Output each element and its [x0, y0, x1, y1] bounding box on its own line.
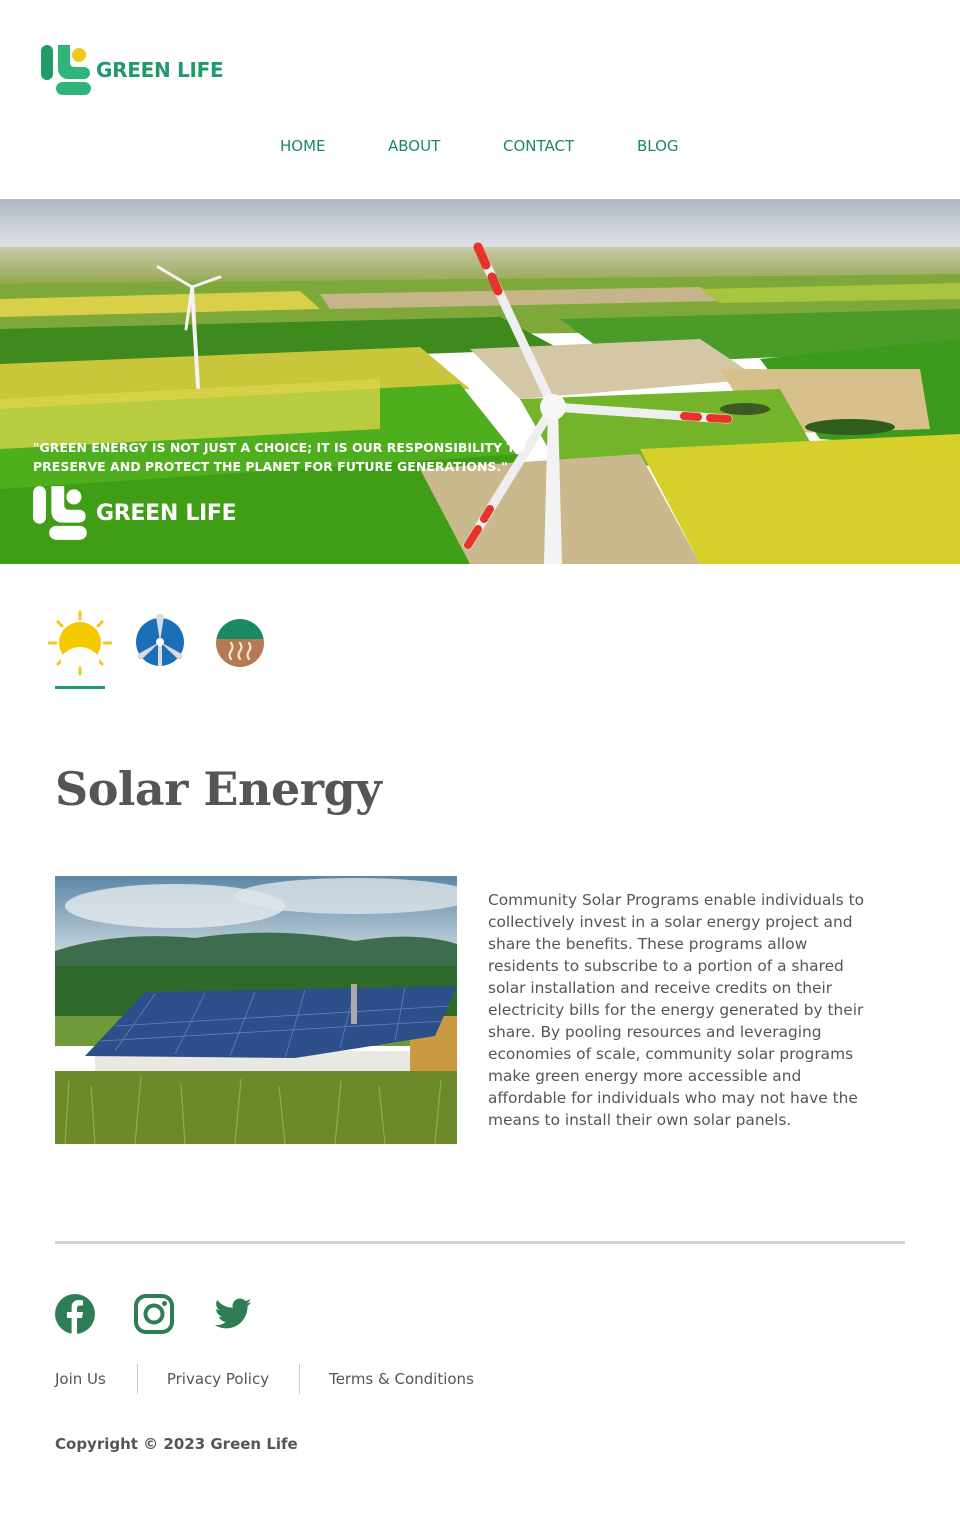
hero-logo-text: GREEN LIFE: [96, 500, 237, 526]
facebook-icon: [55, 1294, 95, 1334]
hero-quote-line1: "GREEN ENERGY IS NOT JUST A CHOICE; IT I…: [33, 440, 526, 455]
footer-link-join-us[interactable]: Join Us: [55, 1370, 106, 1388]
footer-link-terms[interactable]: Terms & Conditions: [329, 1370, 474, 1388]
footer-link-separator: [299, 1364, 301, 1394]
twitter-icon: [214, 1298, 252, 1329]
solar-panels-image: [55, 876, 457, 1144]
footer-links: Join Us Privacy Policy Terms & Condition…: [55, 1364, 474, 1394]
green-life-logo-icon: [41, 45, 91, 95]
tab-geothermal[interactable]: [216, 619, 264, 671]
nav-blog[interactable]: BLOG: [637, 137, 679, 155]
logo-text: GREEN LIFE: [96, 58, 224, 82]
site-logo[interactable]: GREEN LIFE: [40, 44, 224, 96]
footer-link-privacy-policy[interactable]: Privacy Policy: [167, 1370, 269, 1388]
section-body: Community Solar Programs enable individu…: [488, 891, 865, 1129]
active-tab-indicator: [55, 686, 105, 689]
energy-tabs: [47, 608, 288, 692]
footer-divider: [55, 1241, 905, 1244]
twitter-link[interactable]: [213, 1294, 253, 1334]
section-title: Solar Energy: [55, 762, 382, 816]
tab-wind[interactable]: [136, 614, 186, 672]
geothermal-icon: [216, 619, 264, 667]
hero-quote: "GREEN ENERGY IS NOT JUST A CHOICE; IT I…: [33, 438, 533, 476]
nav-about[interactable]: ABOUT: [388, 137, 440, 155]
hero-quote-line2: PRESERVE AND PROTECT THE PLANET FOR FUTU…: [33, 459, 508, 474]
hero-banner: "GREEN ENERGY IS NOT JUST A CHOICE; IT I…: [0, 199, 960, 564]
footer-link-separator: [136, 1364, 138, 1394]
instagram-icon: [134, 1294, 174, 1334]
nav-home[interactable]: HOME: [280, 137, 326, 155]
green-life-logo-icon: [33, 486, 87, 540]
facebook-link[interactable]: [55, 1294, 95, 1334]
sun-icon: [47, 610, 113, 676]
instagram-link[interactable]: [134, 1294, 174, 1334]
wind-turbine-icon: [136, 614, 184, 666]
tab-solar[interactable]: [47, 608, 113, 680]
copyright: Copyright © 2023 Green Life: [55, 1435, 298, 1453]
nav-contact[interactable]: CONTACT: [503, 137, 574, 155]
hero-logo: GREEN LIFE: [32, 485, 237, 541]
